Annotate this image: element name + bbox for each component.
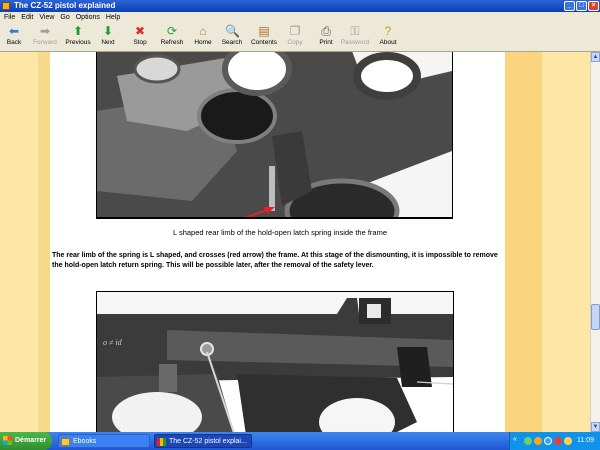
photo-frame-bottom: [96, 217, 453, 218]
clock: 11:09: [577, 437, 594, 444]
windows-logo-icon: [3, 435, 12, 445]
menu-view[interactable]: View: [39, 14, 54, 21]
toolbar-label: Stop: [133, 39, 147, 46]
toolbar-label: About: [379, 39, 397, 46]
print-button[interactable]: ⎙ Print: [316, 24, 336, 50]
forward-button[interactable]: ➡ Forward: [31, 24, 59, 50]
menu-edit[interactable]: Edit: [21, 14, 33, 21]
search-icon: 🔍: [225, 24, 240, 38]
taskbar-item-label: Ebooks: [73, 438, 97, 445]
menu-file[interactable]: File: [4, 14, 15, 21]
key-icon: ⚿: [350, 24, 360, 38]
menu-help[interactable]: Help: [106, 14, 120, 21]
search-button[interactable]: 🔍 Search: [220, 24, 244, 50]
menu-go[interactable]: Go: [60, 14, 69, 21]
photo-frame-side-image: [97, 292, 453, 432]
vertical-scrollbar[interactable]: ▲ ▼: [590, 52, 600, 432]
arrow-down-icon: ⬇: [102, 24, 114, 38]
stop-button[interactable]: ✖ Stop: [130, 24, 150, 50]
copy-button[interactable]: ❐ Copy: [285, 24, 305, 50]
right-margin-band-inner: [505, 52, 542, 432]
close-button[interactable]: ×: [588, 1, 599, 11]
taskbar-item-ebook-window[interactable]: The CZ-52 pistol explai...: [154, 434, 252, 448]
toolbar-label: Home: [194, 39, 212, 46]
engraving-text: o ≠ id: [103, 338, 122, 347]
tray-security-icon[interactable]: [554, 437, 562, 445]
arrow-right-icon: ➡: [39, 24, 51, 38]
title-bar: The CZ-52 pistol explained _ □ ×: [0, 0, 600, 12]
home-icon: ⌂: [199, 24, 207, 38]
arrow-up-icon: ⬆: [72, 24, 84, 38]
toolbar-label: Next: [101, 39, 115, 46]
scroll-thumb[interactable]: [591, 304, 600, 330]
document-view: L shaped rear limb of the hold-open latc…: [0, 52, 590, 432]
copy-icon: ❐: [289, 24, 301, 38]
photo-frame-side: o ≠ id: [96, 291, 454, 432]
password-button[interactable]: ⚿ Password: [340, 24, 370, 50]
contents-button[interactable]: ▤ Contents: [249, 24, 279, 50]
tray-volume-icon[interactable]: [564, 437, 572, 445]
toolbar-label: Back: [6, 39, 22, 46]
print-icon: ⎙: [321, 24, 331, 38]
window-title: The CZ-52 pistol explained: [14, 1, 116, 10]
app-icon: [2, 2, 10, 10]
toolbar-label: Forward: [33, 39, 57, 46]
photo-hold-open-spring: [96, 52, 453, 219]
taskbar: Démarrer Ebooks The CZ-52 pistol explai.…: [0, 432, 600, 450]
tray-expand-icon[interactable]: «: [513, 436, 517, 443]
refresh-button[interactable]: ⟳ Refresh: [157, 24, 187, 50]
taskbar-item-label: The CZ-52 pistol explai...: [169, 438, 247, 445]
minimize-button[interactable]: _: [564, 1, 575, 11]
left-margin-band: [0, 52, 38, 432]
toolbar-label: Search: [221, 39, 243, 46]
system-tray: « 11:09: [509, 432, 600, 450]
arrow-left-icon: ⬅: [8, 24, 20, 38]
photo-hold-open-spring-image: [97, 52, 452, 218]
about-button[interactable]: ? About: [376, 24, 400, 50]
right-margin-band: [542, 52, 590, 432]
body-paragraph: The rear limb of the spring is L shaped,…: [52, 252, 498, 269]
maximize-button[interactable]: □: [576, 1, 587, 11]
scroll-up-button[interactable]: ▲: [591, 52, 600, 62]
photo-caption: L shaped rear limb of the hold-open latc…: [172, 228, 387, 237]
toolbar-label: Contents: [250, 39, 278, 46]
toolbar-label: Password: [340, 39, 370, 46]
toolbar-label: Refresh: [160, 39, 184, 46]
window-controls: _ □ ×: [564, 1, 599, 11]
home-button[interactable]: ⌂ Home: [192, 24, 214, 50]
previous-button[interactable]: ⬆ Previous: [63, 24, 93, 50]
start-button[interactable]: Démarrer: [0, 432, 52, 450]
back-button[interactable]: ⬅ Back: [4, 24, 24, 50]
tray-globe-icon[interactable]: [544, 437, 552, 445]
toolbar: ⬅ Back ➡ Forward ⬆ Previous ⬇ Next ✖ Stop ⟳ Refresh…: [0, 23, 600, 52]
left-margin-band-inner: [38, 52, 50, 432]
toolbar-label: Print: [319, 39, 333, 46]
folder-icon: [61, 438, 70, 446]
tray-network-icon[interactable]: [524, 437, 532, 445]
scroll-down-button[interactable]: ▼: [591, 422, 600, 432]
contents-icon: ▤: [258, 24, 270, 38]
toolbar-label: Previous: [65, 39, 91, 46]
taskbar-item-ebooks[interactable]: Ebooks: [58, 434, 150, 448]
toolbar-label: Copy: [287, 39, 303, 46]
ebook-icon: [157, 438, 166, 446]
help-icon: ?: [384, 24, 392, 38]
start-label: Démarrer: [15, 437, 47, 444]
menu-options[interactable]: Options: [76, 14, 100, 21]
refresh-icon: ⟳: [166, 24, 178, 38]
tray-app-icon[interactable]: [534, 437, 542, 445]
next-button[interactable]: ⬇ Next: [98, 24, 118, 50]
stop-icon: ✖: [134, 24, 146, 38]
